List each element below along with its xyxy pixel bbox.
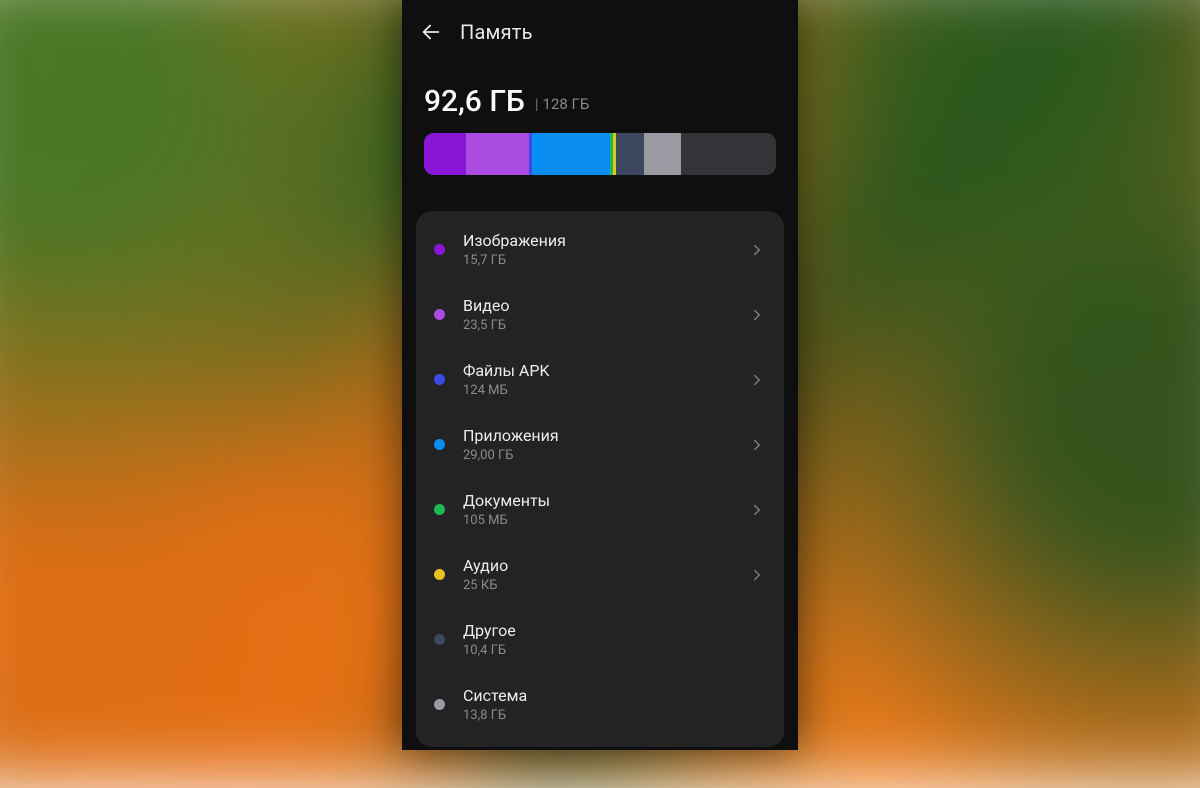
category-row-video[interactable]: Видео 23,5 ГБ: [416, 282, 784, 347]
category-size: 25 КБ: [463, 578, 748, 593]
category-size: 15,7 ГБ: [463, 253, 748, 268]
arrow-left-icon: [420, 21, 442, 43]
category-labels: Изображения 15,7 ГБ: [463, 231, 748, 268]
category-row-system: Система 13,8 ГБ: [416, 672, 784, 737]
chevron-right-icon: [748, 436, 766, 454]
storage-settings-screen: Память 92,6 ГБ |128 ГБ Изображения 15,7 Г…: [402, 0, 798, 750]
category-title: Аудио: [463, 556, 748, 576]
category-row-apps[interactable]: Приложения 29,00 ГБ: [416, 412, 784, 477]
category-title: Система: [463, 686, 766, 706]
category-size: 105 МБ: [463, 513, 748, 528]
category-labels: Приложения 29,00 ГБ: [463, 426, 748, 463]
category-size: 29,00 ГБ: [463, 448, 748, 463]
usage-segment-free: [681, 133, 776, 175]
category-labels: Видео 23,5 ГБ: [463, 296, 748, 333]
storage-usage-bar: [424, 133, 776, 175]
usage-segment-Другое: [616, 133, 644, 175]
category-color-dot: [434, 439, 445, 450]
category-color-dot: [434, 374, 445, 385]
chevron-right-icon: [748, 306, 766, 324]
storage-total-value: |128 ГБ: [535, 95, 589, 113]
category-color-dot: [434, 309, 445, 320]
category-labels: Другое 10,4 ГБ: [463, 621, 766, 658]
category-title: Видео: [463, 296, 748, 316]
category-labels: Система 13,8 ГБ: [463, 686, 766, 723]
usage-segment-Изображения: [424, 133, 466, 175]
chevron-right-icon: [748, 241, 766, 259]
chevron-right-icon: [748, 501, 766, 519]
category-row-docs[interactable]: Документы 105 МБ: [416, 477, 784, 542]
category-title: Документы: [463, 491, 748, 511]
usage-segment-Видео: [466, 133, 529, 175]
category-title: Изображения: [463, 231, 748, 251]
category-size: 10,4 ГБ: [463, 643, 766, 658]
chevron-right-icon: [748, 371, 766, 389]
category-size: 13,8 ГБ: [463, 708, 766, 723]
usage-segment-Приложения: [532, 133, 610, 175]
category-size: 23,5 ГБ: [463, 318, 748, 333]
category-labels: Файлы APK 124 МБ: [463, 361, 748, 398]
category-title: Приложения: [463, 426, 748, 446]
category-title: Файлы APK: [463, 361, 748, 381]
category-size: 124 МБ: [463, 383, 748, 398]
category-color-dot: [434, 699, 445, 710]
category-labels: Аудио 25 КБ: [463, 556, 748, 593]
storage-categories-card: Изображения 15,7 ГБ Видео 23,5 ГБ Файлы APK 1…: [416, 211, 784, 747]
category-color-dot: [434, 504, 445, 515]
category-title: Другое: [463, 621, 766, 641]
usage-segment-Система: [644, 133, 681, 175]
category-row-audio[interactable]: Аудио 25 КБ: [416, 542, 784, 607]
header: Память: [402, 0, 798, 54]
category-row-apk[interactable]: Файлы APK 124 МБ: [416, 347, 784, 412]
storage-total-text: 128 ГБ: [543, 95, 590, 113]
category-row-images[interactable]: Изображения 15,7 ГБ: [416, 217, 784, 282]
back-button[interactable]: [420, 21, 442, 43]
storage-used-value: 92,6 ГБ: [424, 84, 525, 119]
category-color-dot: [434, 244, 445, 255]
page-title: Память: [460, 20, 533, 44]
category-color-dot: [434, 634, 445, 645]
storage-summary: 92,6 ГБ |128 ГБ: [402, 54, 798, 183]
chevron-right-icon: [748, 566, 766, 584]
category-labels: Документы 105 МБ: [463, 491, 748, 528]
category-color-dot: [434, 569, 445, 580]
category-row-other: Другое 10,4 ГБ: [416, 607, 784, 672]
